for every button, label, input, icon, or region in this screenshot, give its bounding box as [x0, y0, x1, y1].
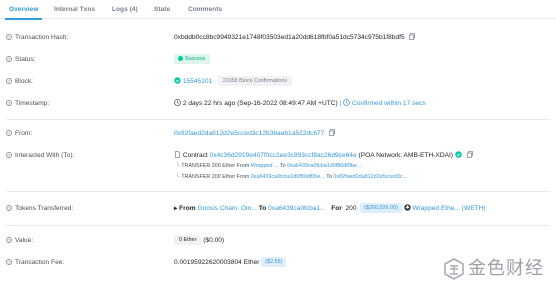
block-number-link[interactable]: 15545101 — [183, 78, 212, 85]
confirmed-clock-icon — [343, 99, 350, 107]
tx-hash-value: 0xbddb0cc8bc9949321e1748f03503ed1a20dd61… — [174, 34, 405, 41]
transfer-to-link[interactable]: 0xa6439ca0fcba1d0f80df0be... — [287, 163, 361, 169]
copy-icon[interactable] — [466, 150, 473, 158]
token-name-link[interactable]: Wrapped Ethe... (WETH) — [412, 205, 485, 212]
watermark-logo: 金色财经 — [444, 254, 550, 284]
tab-bar: Overview Internal Txns Logs (4) State Co… — [0, 0, 556, 20]
help-icon[interactable]: ? — [6, 258, 12, 265]
token-from-link[interactable]: Gnosis Chain: Om... — [197, 205, 256, 212]
confirmations-badge: 21058 Block Confirmations — [217, 76, 293, 87]
row-value: ? Value: 0 Ether ($0.00) — [0, 234, 556, 248]
help-icon[interactable]: ? — [6, 33, 12, 40]
help-icon[interactable]: ? — [6, 99, 12, 106]
transfer-to-link[interactable]: 0x82faed2da812d2e5cced3c... — [333, 174, 407, 180]
status-label: Status: — [15, 56, 36, 63]
token-amount: 200 — [345, 205, 357, 212]
watermark-logo-icon — [444, 258, 464, 280]
block-label: Block: — [15, 78, 33, 85]
from-label: From: — [15, 130, 33, 137]
internal-transfer-2: └ TRANSFER 200 Ether From 0xa6439ca0fcba… — [176, 174, 408, 180]
token-to-link[interactable]: 0xa6439ca0fcba1... — [268, 205, 326, 212]
verified-check-icon — [455, 151, 462, 158]
copy-icon[interactable] — [409, 32, 416, 40]
row-from: ? From: 0x82faed2da812d2e5cced3c12b3baeb1… — [0, 127, 556, 141]
tab-logs[interactable]: Logs (4) — [112, 0, 138, 19]
row-timestamp: ? Timestamp: 2 days 22 hrs ago (Sep-16-20… — [6, 99, 426, 107]
help-icon[interactable]: ? — [6, 204, 12, 211]
tab-overview[interactable]: Overview — [4, 0, 43, 20]
from-address-link[interactable]: 0x82faed2da812d2e5cced3c12b3baeb1a522dc6… — [174, 130, 324, 137]
confirmed-within: Confirmed within 17 secs — [351, 100, 426, 107]
divider — [6, 225, 550, 226]
help-icon[interactable]: ? — [6, 129, 12, 136]
watermark-text: 金色财经 — [468, 258, 544, 279]
help-icon[interactable]: ? — [6, 236, 12, 243]
row-status: ? Status: Success — [0, 53, 556, 67]
weth-token-icon — [403, 204, 411, 211]
fee-value: 0.00195922620003804 Ether — [174, 259, 260, 266]
token-usd-badge: ($260,026.00) — [360, 203, 402, 214]
help-icon[interactable]: ? — [6, 151, 12, 158]
internal-transfer-1: └ TRANSFER 200 Ether From Wrapped ... To… — [176, 163, 362, 169]
divider — [6, 191, 550, 192]
tab-state[interactable]: State — [154, 0, 170, 19]
fee-label: Transaction Fee: — [15, 259, 65, 266]
check-circle-icon — [178, 55, 183, 61]
value-badge: 0 Ether — [174, 235, 202, 246]
tab-internal-txns[interactable]: Internal Txns — [54, 0, 95, 19]
status-badge: Success — [174, 54, 211, 65]
fee-usd-badge: ($2.55) — [261, 257, 287, 268]
value-usd: ($0.00) — [203, 237, 225, 244]
tab-comments[interactable]: Comments — [188, 0, 222, 19]
copy-icon[interactable] — [329, 128, 336, 136]
contract-address-link[interactable]: 0x4c36d2919e407f0cc2ee3c993ccf8ac26d9ce6… — [210, 152, 357, 159]
value-label: Value: — [15, 237, 34, 244]
divider — [6, 119, 550, 120]
transfer-from-link[interactable]: Wrapped ... — [251, 163, 279, 169]
row-tokens-transferred: ? Tokens Transferred: ▸ From Gnosis Chain… — [6, 203, 486, 214]
clock-icon — [174, 99, 181, 107]
transfer-from-link[interactable]: 0xa6439ca0fcba1d0f80df0be... — [251, 174, 325, 180]
contract-file-icon — [175, 151, 180, 159]
timestamp-value: 2 days 22 hrs ago (Sep-16-2022 08:49:47 … — [182, 100, 338, 107]
help-icon[interactable]: ? — [6, 55, 12, 62]
row-tx-hash: ? Transaction Hash: 0xbddb0cc8bc9949321e1… — [0, 31, 556, 45]
tokens-label: Tokens Transferred: — [15, 205, 74, 212]
contract-prefix: Contract — [182, 152, 208, 159]
contract-name: (POA Network: AMB-ETH-XDAI) — [358, 152, 454, 159]
timestamp-label: Timestamp: — [15, 100, 50, 107]
tx-hash-label: Transaction Hash: — [15, 34, 69, 41]
help-icon[interactable]: ? — [6, 77, 12, 84]
row-block: ? Block: 15545101 21058 Block Confirmatio… — [0, 75, 556, 89]
block-check-icon — [174, 77, 181, 84]
interacted-label: Interacted With (To): — [15, 152, 75, 159]
